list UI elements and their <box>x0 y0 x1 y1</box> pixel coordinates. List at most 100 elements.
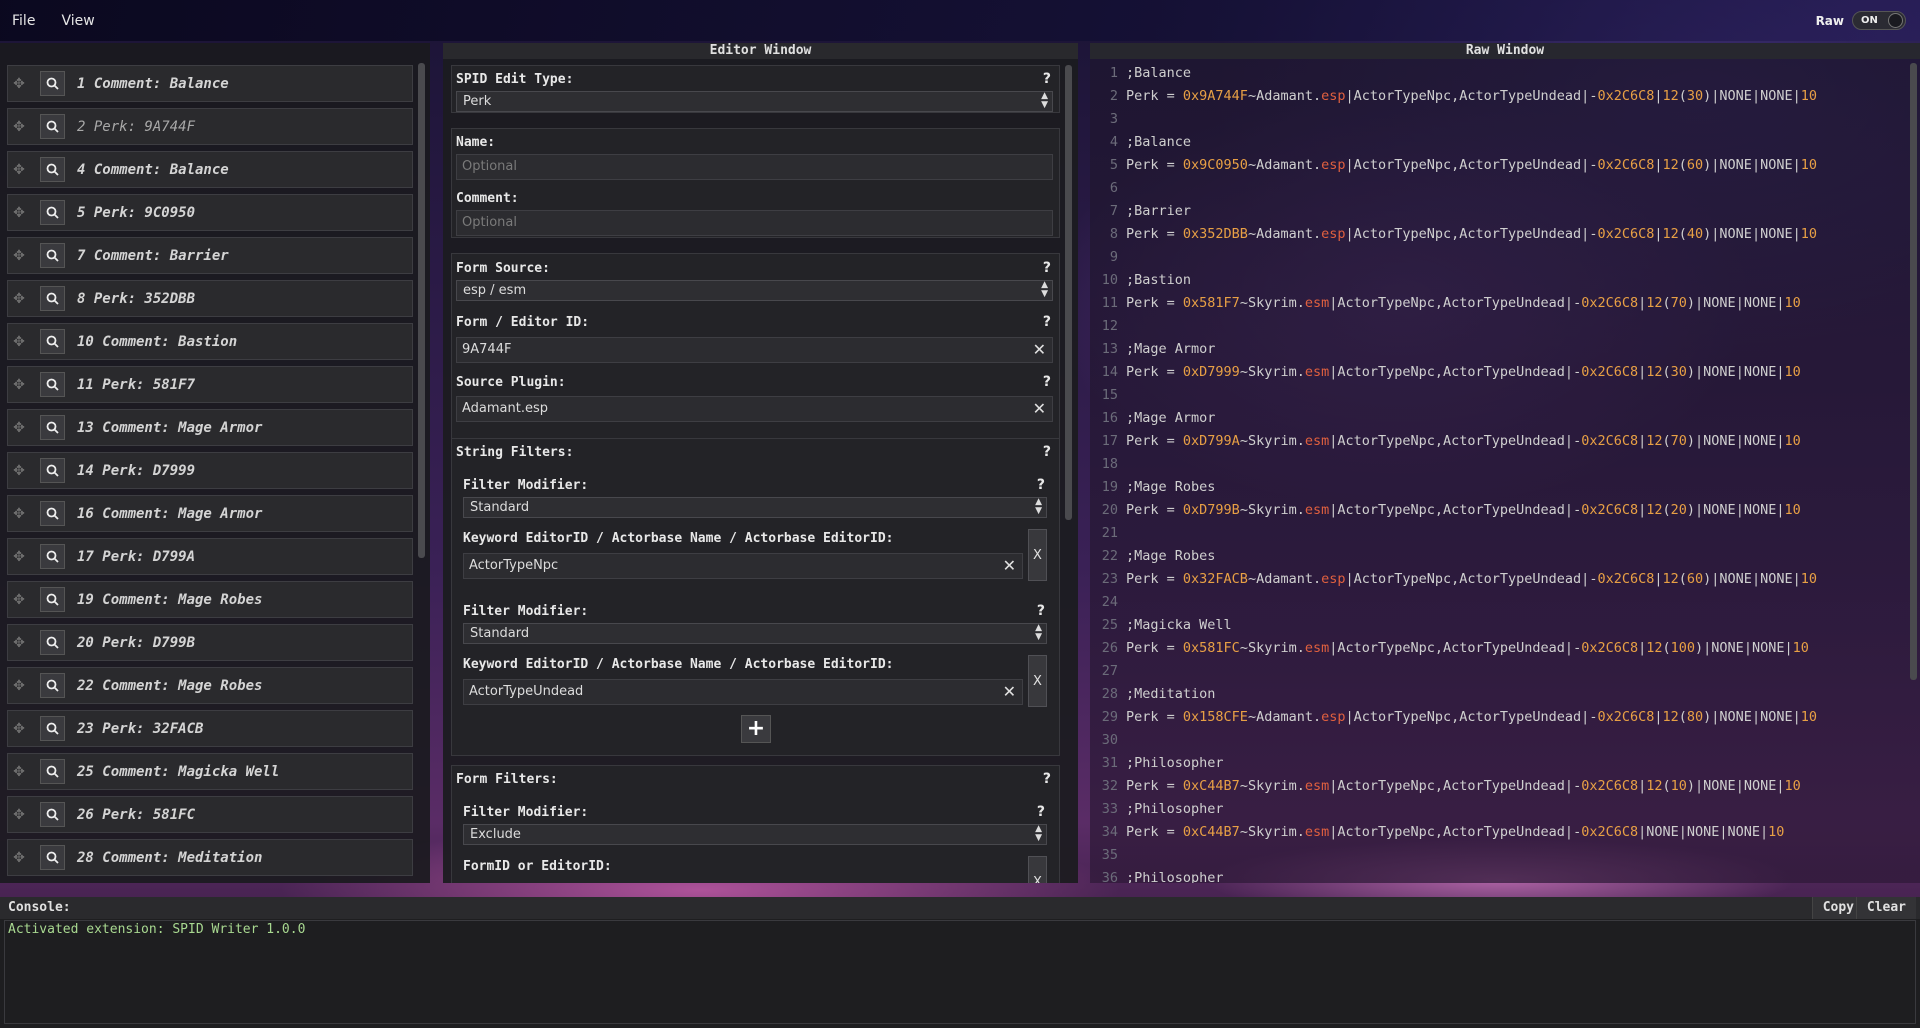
drag-handle-icon[interactable]: ✥ <box>8 850 30 866</box>
drag-handle-icon[interactable]: ✥ <box>8 635 30 651</box>
form-filters-help-icon[interactable]: ? <box>1043 771 1051 787</box>
list-item[interactable]: ✥ 26 Perk: 581FC <box>7 796 413 833</box>
clear-icon[interactable]: ✕ <box>1033 338 1046 362</box>
search-icon[interactable] <box>40 157 65 182</box>
list-item[interactable]: ✥ 2 Perk: 9A744F <box>7 108 413 145</box>
clear-button[interactable]: Clear <box>1855 897 1916 919</box>
drag-handle-icon[interactable]: ✥ <box>8 291 30 307</box>
list-item[interactable]: ✥ 16 Comment: Mage Armor <box>7 495 413 532</box>
string-filters-help-icon[interactable]: ? <box>1043 444 1051 460</box>
edit-type-help-icon[interactable]: ? <box>1043 71 1051 87</box>
search-icon[interactable] <box>40 673 65 698</box>
keyword-input[interactable]: ActorTypeNpc ✕ <box>463 553 1023 579</box>
filter-modifier-help-icon[interactable]: ? <box>1037 804 1045 820</box>
drag-handle-icon[interactable]: ✥ <box>8 377 30 393</box>
filter-modifier-help-icon[interactable]: ? <box>1037 477 1045 493</box>
search-icon[interactable] <box>40 200 65 225</box>
add-filter-button[interactable]: + <box>741 715 771 743</box>
search-icon[interactable] <box>40 759 65 784</box>
menu-file[interactable]: File <box>0 13 49 29</box>
search-icon[interactable] <box>40 458 65 483</box>
raw-skill: 70 <box>1670 295 1687 311</box>
menu-view[interactable]: View <box>49 13 108 29</box>
search-icon[interactable] <box>40 286 65 311</box>
remove-filter-button[interactable]: X <box>1028 655 1047 707</box>
list-item[interactable]: ✥ 28 Comment: Meditation <box>7 839 413 876</box>
raw-chance: 10 <box>1768 824 1785 840</box>
remove-filter-button[interactable]: X <box>1028 856 1047 883</box>
search-icon[interactable] <box>40 114 65 139</box>
list-item[interactable]: ✥ 25 Comment: Magicka Well <box>7 753 413 790</box>
filter-modifier-select[interactable]: Standard ▲ ▼ <box>463 497 1047 518</box>
search-icon[interactable] <box>40 587 65 612</box>
raw-line: 15 <box>1090 387 1126 409</box>
clear-icon[interactable]: ✕ <box>1033 397 1046 421</box>
list-item[interactable]: ✥ 20 Perk: D799B <box>7 624 413 661</box>
search-icon[interactable] <box>40 415 65 440</box>
name-input[interactable]: Optional <box>456 154 1053 180</box>
filter-modifier-help-icon[interactable]: ? <box>1037 603 1045 619</box>
edit-type-select[interactable]: Perk ▲ ▼ <box>456 91 1053 112</box>
remove-filter-button[interactable]: X <box>1028 529 1047 581</box>
raw-scrollbar[interactable] <box>1910 63 1917 680</box>
list-item[interactable]: ✥ 17 Perk: D799A <box>7 538 413 575</box>
search-icon[interactable] <box>40 544 65 569</box>
list-item[interactable]: ✥ 5 Perk: 9C0950 <box>7 194 413 231</box>
list-item[interactable]: ✥ 10 Comment: Bastion <box>7 323 413 360</box>
drag-handle-icon[interactable]: ✥ <box>8 205 30 221</box>
raw-toggle-switch[interactable]: ON <box>1852 11 1906 30</box>
source-plugin-help-icon[interactable]: ? <box>1043 374 1051 390</box>
line-number: 9 <box>1109 249 1118 265</box>
search-icon[interactable] <box>40 372 65 397</box>
list-item-label: 25 Comment: Magicka Well <box>77 763 280 780</box>
form-id-input[interactable]: 9A744F ✕ <box>456 337 1053 363</box>
list-item[interactable]: ✥ 11 Perk: 581F7 <box>7 366 413 403</box>
form-source-select[interactable]: esp / esm ▲ ▼ <box>456 280 1053 301</box>
comment-input[interactable]: Optional <box>456 210 1053 236</box>
drag-handle-icon[interactable]: ✥ <box>8 119 30 135</box>
search-icon[interactable] <box>40 243 65 268</box>
drag-handle-icon[interactable]: ✥ <box>8 506 30 522</box>
source-plugin-input[interactable]: Adamant.esp ✕ <box>456 396 1053 422</box>
drag-handle-icon[interactable]: ✥ <box>8 334 30 350</box>
list-item[interactable]: ✥ 8 Perk: 352DBB <box>7 280 413 317</box>
editor-window: Editor Window SPID Edit Type: ? Perk ▲ ▼ … <box>443 43 1078 883</box>
search-icon[interactable] <box>40 802 65 827</box>
drag-handle-icon[interactable]: ✥ <box>8 463 30 479</box>
raw-line: 19 ;Mage Robes <box>1090 479 1216 501</box>
list-item[interactable]: ✥ 1 Comment: Balance <box>7 65 413 102</box>
list-item[interactable]: ✥ 13 Comment: Mage Armor <box>7 409 413 446</box>
drag-handle-icon[interactable]: ✥ <box>8 76 30 92</box>
drag-handle-icon[interactable]: ✥ <box>8 678 30 694</box>
drag-handle-icon[interactable]: ✥ <box>8 764 30 780</box>
drag-handle-icon[interactable]: ✥ <box>8 549 30 565</box>
form-id-help-icon[interactable]: ? <box>1043 314 1051 330</box>
form-source-help-icon[interactable]: ? <box>1043 260 1051 276</box>
drag-handle-icon[interactable]: ✥ <box>8 592 30 608</box>
drag-handle-icon[interactable]: ✥ <box>8 248 30 264</box>
search-icon[interactable] <box>40 501 65 526</box>
entry-list-scrollbar[interactable] <box>418 63 425 558</box>
list-item[interactable]: ✥ 23 Perk: 32FACB <box>7 710 413 747</box>
list-item[interactable]: ✥ 19 Comment: Mage Robes <box>7 581 413 618</box>
list-item[interactable]: ✥ 22 Comment: Mage Robes <box>7 667 413 704</box>
list-item[interactable]: ✥ 14 Perk: D7999 <box>7 452 413 489</box>
editor-scrollbar[interactable] <box>1065 65 1072 520</box>
clear-icon[interactable]: ✕ <box>1003 554 1016 578</box>
form-filter-modifier-select[interactable]: Exclude ▲ ▼ <box>463 824 1047 845</box>
drag-handle-icon[interactable]: ✥ <box>8 807 30 823</box>
drag-handle-icon[interactable]: ✥ <box>8 162 30 178</box>
filter-modifier-select[interactable]: Standard ▲ ▼ <box>463 623 1047 644</box>
list-item[interactable]: ✥ 4 Comment: Balance <box>7 151 413 188</box>
list-item[interactable]: ✥ 7 Comment: Barrier <box>7 237 413 274</box>
search-icon[interactable] <box>40 716 65 741</box>
search-icon[interactable] <box>40 845 65 870</box>
drag-handle-icon[interactable]: ✥ <box>8 420 30 436</box>
drag-handle-icon[interactable]: ✥ <box>8 721 30 737</box>
keyword-input[interactable]: ActorTypeUndead ✕ <box>463 679 1023 705</box>
search-icon[interactable] <box>40 329 65 354</box>
search-icon[interactable] <box>40 71 65 96</box>
form-id-value: 9A744F <box>462 342 512 357</box>
clear-icon[interactable]: ✕ <box>1003 680 1016 704</box>
search-icon[interactable] <box>40 630 65 655</box>
